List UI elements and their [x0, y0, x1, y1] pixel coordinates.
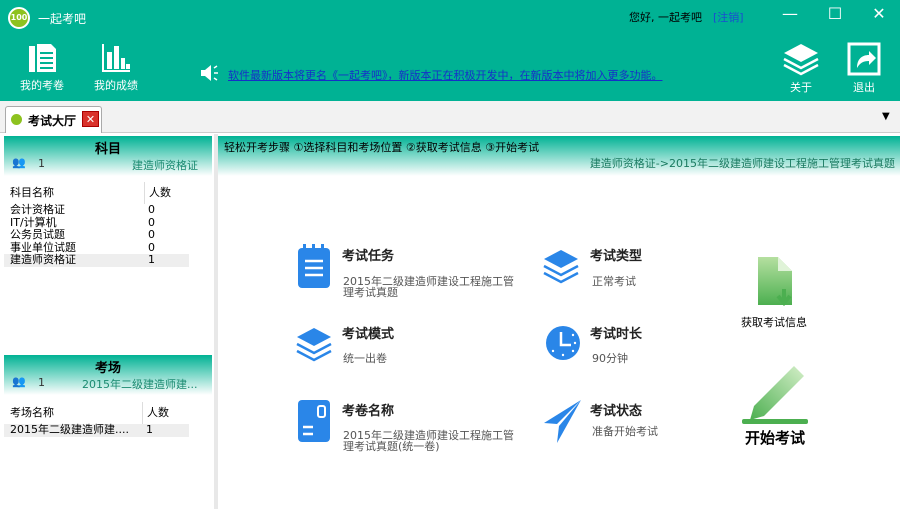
venues-selected: 2015年二级建造师建... [82, 378, 198, 391]
selection-path: 建造师资格证->2015年二级建造师建设工程施工管理考试真题 [589, 157, 895, 170]
row-name: 公务员试题 [10, 228, 65, 241]
minimize-button[interactable]: — [775, 4, 805, 23]
main-header: 轻松开考步骤 ①选择科目和考场位置 ②获取考试信息 ③开始考试 建造师资格证->… [218, 136, 900, 176]
file-download-icon [758, 257, 792, 307]
row-count: 1 [148, 253, 155, 266]
paper-title: 考卷名称 [342, 404, 395, 419]
my-scores-label: 我的成绩 [94, 79, 138, 92]
table-row[interactable]: 会计资格证 0 [4, 203, 212, 217]
row-count: 1 [146, 423, 153, 436]
subjects-title: 科目 [94, 142, 121, 157]
table-row[interactable]: 2015年二级建造师建.... 1 [4, 423, 212, 437]
tab-label: 考试大厅 [28, 114, 77, 128]
row-count: 0 [148, 228, 155, 241]
paper-value: 2015年二级建造师建设工程施工管理考试真题(统一卷) [343, 429, 514, 453]
mode-title: 考试模式 [342, 327, 395, 342]
row-name: 会计资格证 [10, 203, 65, 216]
venues-table: 考场名称 人数 2015年二级建造师建.... 1 [4, 402, 212, 437]
logout-link[interactable]: [注销] [713, 9, 744, 25]
top-bar: 100 一起考吧 您好, 一起考吧 [注销] — ☐ ✕ 我的考卷 我的成绩 软… [0, 0, 900, 101]
paper-icon [298, 400, 330, 442]
task-value: 2015年二级建造师建设工程施工管理考试真题 [343, 275, 514, 299]
about-label: 关于 [790, 81, 812, 94]
column-header-count[interactable]: 人数 [144, 182, 171, 204]
venues-header: 考场 👥 1 2015年二级建造师建... [4, 355, 212, 395]
document-icon [29, 44, 56, 72]
tab-exam-hall[interactable]: 考试大厅 ✕ [5, 106, 102, 133]
layers-icon [296, 328, 332, 362]
subjects-selected: 建造师资格证 [132, 159, 198, 172]
notepad-icon [298, 244, 330, 288]
pencil-icon [742, 366, 808, 424]
tab-logo-icon [10, 113, 23, 126]
type-title: 考试类型 [590, 249, 643, 264]
row-count: 0 [148, 203, 155, 216]
notice-link[interactable]: 软件最新版本将更名《一起考吧》，新版本正在积极开发中，在新版本中将加入更多功能。 [228, 67, 663, 83]
task-title: 考试任务 [342, 249, 395, 264]
clock-icon [546, 326, 580, 360]
mode-value: 统一出卷 [343, 352, 387, 365]
paper-plane-icon [544, 400, 581, 443]
duration-title: 考试时长 [590, 327, 643, 342]
fetch-label: 获取考试信息 [741, 316, 807, 329]
subjects-count: 1 [38, 157, 45, 170]
venues-title: 考场 [94, 361, 121, 376]
users-icon: 👥 [12, 156, 26, 169]
venues-count: 1 [38, 376, 45, 389]
greeting: 您好, 一起考吧 [629, 11, 702, 24]
close-button[interactable]: ✕ [864, 4, 894, 23]
my-papers-label: 我的考卷 [20, 79, 64, 92]
layers-icon [783, 44, 819, 76]
speaker-icon [201, 65, 218, 81]
splitter[interactable] [214, 134, 218, 509]
tab-close-icon[interactable]: ✕ [82, 111, 99, 127]
maximize-button[interactable]: ☐ [820, 4, 850, 23]
subjects-table: 科目名称 人数 会计资格证 0 IT/计算机 0 公务员试题 0 事业单位试题 0 建造师资格证 1 [4, 182, 212, 267]
exit-icon [847, 42, 881, 76]
row-name: 建造师资格证 [10, 253, 76, 266]
start-exam-button[interactable]: 开始考试 [735, 362, 815, 448]
column-header-count[interactable]: 人数 [142, 402, 169, 424]
tab-bar: 考试大厅 ✕ ▼ [0, 101, 900, 133]
exit-label: 退出 [853, 81, 875, 94]
bar-chart-icon [102, 44, 130, 72]
my-scores-button[interactable]: 我的成绩 [86, 42, 146, 93]
start-label: 开始考试 [744, 429, 805, 447]
exit-button[interactable]: 退出 [834, 42, 894, 95]
table-row[interactable]: 公务员试题 0 [4, 228, 212, 242]
app-logo-icon: 100 [8, 7, 30, 29]
row-name: 2015年二级建造师建.... [10, 423, 129, 436]
subjects-header: 科目 👥 1 建造师资格证 [4, 136, 212, 176]
column-header-name[interactable]: 科目名称 [10, 182, 54, 204]
table-row[interactable]: 建造师资格证 1 [4, 253, 212, 267]
about-button[interactable]: 关于 [771, 42, 831, 95]
my-papers-button[interactable]: 我的考卷 [12, 42, 72, 93]
fetch-exam-info-button[interactable]: 获取考试信息 [732, 255, 816, 330]
column-header-name[interactable]: 考场名称 [10, 402, 54, 424]
users-icon: 👥 [12, 375, 26, 388]
tab-menu-icon[interactable]: ▼ [882, 111, 890, 122]
layers-icon [543, 250, 579, 284]
status-title: 考试状态 [590, 404, 643, 419]
window-title: 一起考吧 [38, 12, 87, 26]
steps-text: 轻松开考步骤 ①选择科目和考场位置 ②获取考试信息 ③开始考试 [224, 141, 540, 154]
